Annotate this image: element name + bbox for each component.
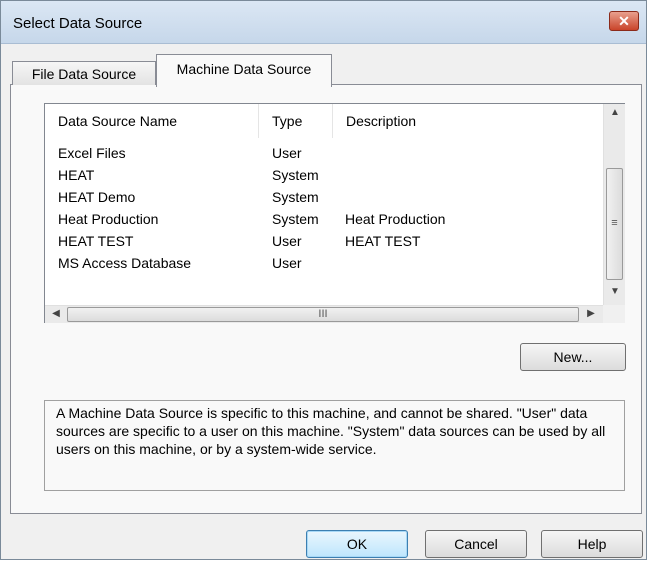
column-header-name[interactable]: Data Source Name bbox=[45, 104, 259, 138]
scroll-right-icon[interactable]: ▶ bbox=[581, 308, 601, 319]
row-type: User bbox=[272, 233, 302, 249]
vertical-scroll-thumb[interactable]: ≡ bbox=[606, 168, 623, 280]
column-header-type[interactable]: Type bbox=[259, 104, 333, 138]
row-description: HEAT TEST bbox=[345, 233, 421, 249]
close-button[interactable]: ✕ bbox=[609, 11, 639, 31]
grip-icon: III bbox=[318, 308, 328, 320]
row-type: System bbox=[272, 167, 319, 183]
cancel-button[interactable]: Cancel bbox=[425, 530, 527, 558]
vertical-scrollbar[interactable]: ▲ ≡ ▼ bbox=[603, 104, 625, 305]
scrollbar-corner bbox=[603, 305, 625, 323]
row-type: System bbox=[272, 211, 319, 227]
grip-icon: ≡ bbox=[611, 217, 618, 229]
row-name: HEAT Demo bbox=[58, 189, 136, 205]
column-header-description[interactable]: Description bbox=[333, 104, 603, 138]
row-name: Excel Files bbox=[58, 145, 126, 161]
row-type: System bbox=[272, 189, 319, 205]
close-icon: ✕ bbox=[618, 13, 630, 29]
row-name: MS Access Database bbox=[58, 255, 192, 271]
window-title: Select Data Source bbox=[13, 15, 143, 32]
data-source-list[interactable]: Data Source Name Type Description Excel … bbox=[44, 103, 625, 323]
row-name: Heat Production bbox=[58, 211, 159, 227]
row-type: User bbox=[272, 145, 302, 161]
new-button[interactable]: New... bbox=[520, 343, 626, 371]
row-name: HEAT bbox=[58, 167, 95, 183]
horizontal-scrollbar[interactable]: ◀ III ▶ bbox=[45, 305, 603, 323]
scroll-left-icon[interactable]: ◀ bbox=[46, 308, 66, 319]
row-description: Heat Production bbox=[345, 211, 446, 227]
ok-button[interactable]: OK bbox=[306, 530, 408, 558]
description-box: A Machine Data Source is specific to thi… bbox=[44, 400, 625, 491]
scroll-up-icon[interactable]: ▲ bbox=[605, 107, 625, 118]
help-button[interactable]: Help bbox=[541, 530, 643, 558]
title-bar: Select Data Source ✕ bbox=[1, 1, 646, 44]
horizontal-scroll-thumb[interactable]: III bbox=[67, 307, 579, 322]
scroll-down-icon[interactable]: ▼ bbox=[605, 286, 625, 297]
tab-machine-data-source[interactable]: Machine Data Source bbox=[156, 54, 332, 87]
row-name: HEAT TEST bbox=[58, 233, 134, 249]
description-text: A Machine Data Source is specific to thi… bbox=[56, 405, 606, 457]
row-type: User bbox=[272, 255, 302, 271]
tab-file-data-source[interactable]: File Data Source bbox=[12, 61, 156, 85]
